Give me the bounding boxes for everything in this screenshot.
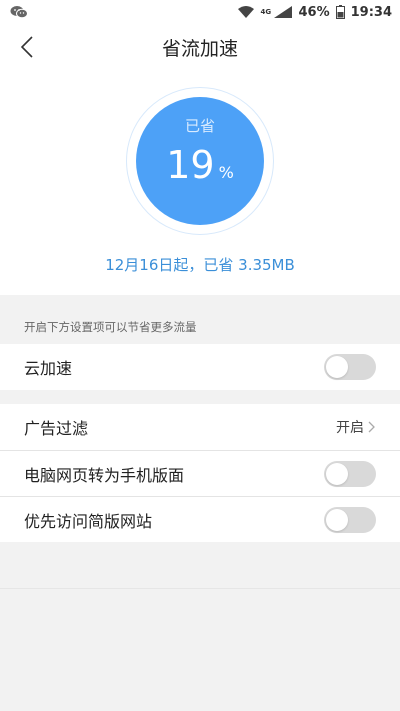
ad-filter-value[interactable]: 开启 xyxy=(336,417,376,437)
settings-hint: 开启下方设置项可以节省更多流量 xyxy=(24,320,197,334)
status-bar: 4G 46% 19:34 xyxy=(0,0,400,24)
divider xyxy=(0,588,400,589)
chevron-right-icon xyxy=(368,421,375,433)
saved-label: 已省 xyxy=(184,117,215,135)
saved-percent: 19% xyxy=(126,145,274,185)
setting-cloud-accel[interactable]: 云加速 xyxy=(0,344,400,390)
toggle-knob xyxy=(326,356,348,378)
toggle-knob xyxy=(326,508,348,531)
battery-percent: 46% xyxy=(298,4,330,20)
chevron-left-icon xyxy=(21,36,33,58)
savings-panel: 省流加速 已省 19% 12月16日起，已省 3.35MB xyxy=(0,24,400,295)
savings-summary: 12月16日起，已省 3.35MB xyxy=(105,256,295,274)
back-button[interactable] xyxy=(14,34,40,60)
setting-prefer-lite[interactable]: 优先访问简版网站 xyxy=(0,496,400,542)
battery-icon xyxy=(335,5,345,19)
saved-percent-unit: % xyxy=(218,163,234,182)
clock: 19:34 xyxy=(350,4,392,20)
settings-section-2: 广告过滤 开启 电脑网页转为手机版面 优先访问简版网站 xyxy=(0,404,400,542)
setting-desktop-to-mobile[interactable]: 电脑网页转为手机版面 xyxy=(0,450,400,496)
ad-filter-status: 开启 xyxy=(336,420,364,436)
cloud-accel-toggle[interactable] xyxy=(324,354,376,380)
savings-gauge: 已省 19% xyxy=(126,87,274,235)
toggle-knob xyxy=(326,462,348,485)
saved-percent-value: 19 xyxy=(166,143,215,187)
setting-label: 广告过滤 xyxy=(24,419,89,438)
wechat-icon xyxy=(10,6,28,19)
setting-label: 电脑网页转为手机版面 xyxy=(24,465,185,485)
page-title: 省流加速 xyxy=(161,37,238,60)
nav-bar: 省流加速 xyxy=(0,24,400,70)
setting-ad-filter[interactable]: 广告过滤 开启 xyxy=(0,404,400,450)
signal-icon xyxy=(274,6,293,18)
wifi-icon xyxy=(238,6,255,18)
setting-label: 云加速 xyxy=(24,359,73,378)
setting-label: 优先访问简版网站 xyxy=(24,511,153,531)
settings-section-1: 云加速 xyxy=(0,344,400,390)
network-type-label: 4G xyxy=(260,7,272,16)
desktop-to-mobile-toggle[interactable] xyxy=(324,460,376,487)
prefer-lite-toggle[interactable] xyxy=(324,506,376,533)
